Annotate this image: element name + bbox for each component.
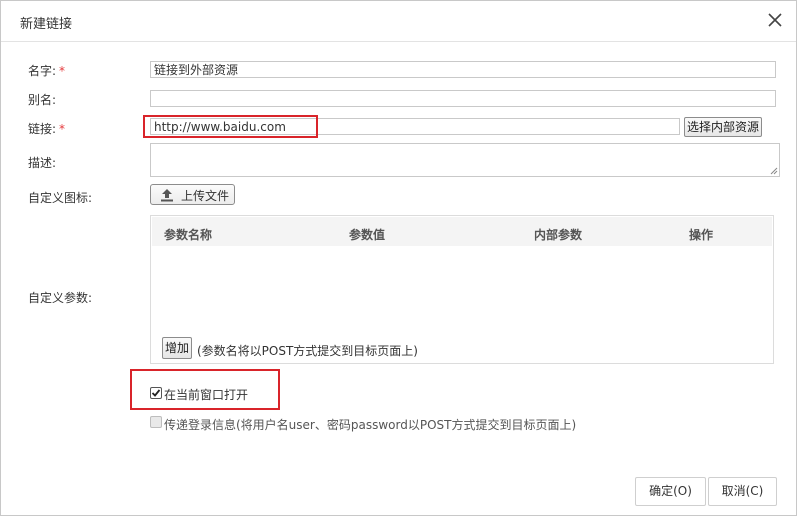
new-link-dialog: 新建链接 名字:* 别名: 链接:* 选择内部资源 描述: 自定义图标: 上传文… [0,0,797,516]
name-label: 名字: * [28,64,66,78]
pass-login-info-label: 传递登录信息(将用户名user、密码password以POST方式提交到目标页面… [164,418,577,432]
alias-input[interactable] [150,90,776,107]
params-hint: (参数名将以POST方式提交到目标页面上) [197,344,418,358]
column-internal-param: 内部参数 [534,228,583,242]
ok-button[interactable]: 确定(O) [635,477,706,506]
close-icon[interactable] [765,10,785,30]
open-current-window-checkbox[interactable] [150,387,162,399]
dialog-titlebar: 新建链接 [1,1,796,42]
resize-grip-icon[interactable] [770,167,778,175]
check-icon [151,389,161,397]
dialog-title: 新建链接 [20,17,73,32]
open-current-window-label: 在当前窗口打开 [164,388,249,402]
column-param-name: 参数名称 [164,228,213,242]
link-label: 链接: * [28,122,66,136]
upload-file-label: 上传文件 [181,189,230,203]
description-textarea[interactable] [150,143,780,177]
custom-params-label: 自定义参数: [28,291,93,305]
upload-file-button[interactable]: 上传文件 [150,184,235,205]
description-label: 描述: [28,156,57,170]
alias-label: 别名: [28,93,57,107]
column-param-value: 参数值 [349,228,386,242]
column-operation: 操作 [689,228,714,242]
choose-internal-resource-button[interactable]: 选择内部资源 [684,117,762,137]
custom-icon-label: 自定义图标: [28,191,93,205]
params-table-header: 参数名称 参数值 内部参数 操作 [152,217,772,246]
pass-login-info-checkbox[interactable] [150,416,162,428]
required-mark: * [59,122,66,136]
cancel-button[interactable]: 取消(C) [708,477,777,506]
required-mark: * [59,64,66,78]
add-param-button[interactable]: 增加 [162,337,192,359]
upload-icon [159,187,175,203]
params-table: 参数名称 参数值 内部参数 操作 增加 (参数名将以POST方式提交到目标页面上… [150,215,774,364]
name-input[interactable] [150,61,776,78]
link-highlight-box [143,115,318,138]
